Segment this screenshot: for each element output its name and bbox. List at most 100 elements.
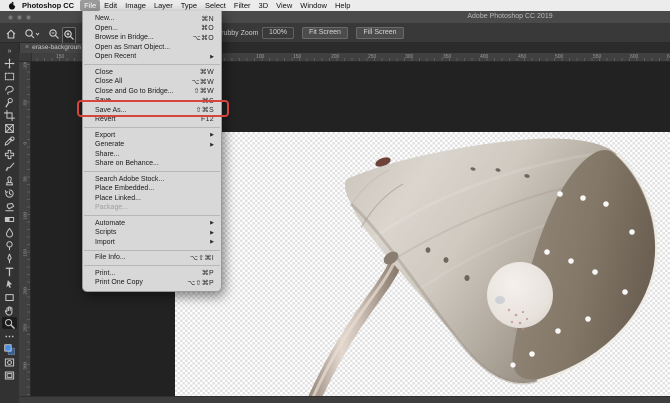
menu-item-share[interactable]: Share... (83, 150, 221, 160)
apple-logo-icon[interactable] (8, 1, 16, 10)
fill-screen-button[interactable]: Fill Screen (356, 27, 404, 39)
menu-item-generate[interactable]: Generate ▶ (83, 140, 221, 150)
eraser-tool[interactable] (2, 200, 17, 212)
path-selection-tool[interactable] (2, 278, 17, 290)
menu-item-label: Place Embedded... (95, 185, 155, 193)
zoom-button[interactable] (26, 14, 31, 20)
menu-item-label: New... (95, 15, 115, 23)
menu-item-place-linked[interactable]: Place Linked... (83, 194, 221, 204)
document-image-area[interactable] (175, 132, 670, 396)
submenu-arrow-icon: ▶ (210, 132, 214, 139)
lasso-tool[interactable] (2, 83, 17, 95)
screen-mode-button[interactable] (2, 369, 17, 381)
type-tool[interactable] (2, 265, 17, 277)
menu-item-export[interactable]: Export ▶ (83, 131, 221, 141)
brush-tool[interactable] (2, 161, 17, 173)
eyedropper-tool[interactable] (2, 135, 17, 147)
menu-item-label: Share on Behance... (95, 160, 159, 168)
ruler-label: 450 (518, 53, 527, 60)
menubar-app-name[interactable]: Photoshop CC (22, 1, 74, 10)
menubar-item-file[interactable]: File (80, 0, 101, 11)
submenu-arrow-icon: ▶ (210, 220, 214, 227)
dodge-tool[interactable] (2, 239, 17, 251)
marquee-tool[interactable] (2, 70, 17, 82)
quick-mask-button[interactable] (2, 356, 17, 368)
macos-menubar: Photoshop CC File Edit Image Layer Type Selec… (0, 0, 670, 11)
menu-item-close-and-go-to-bridge[interactable]: Close and Go to Bridge... ⇧⌘W (83, 87, 221, 97)
menu-item-open-as-smart-object[interactable]: Open as Smart Object... (83, 43, 221, 53)
close-button[interactable] (8, 14, 13, 20)
menu-item-label: Close and Go to Bridge... (95, 87, 174, 95)
edit-toolbar-ellipsis[interactable] (2, 330, 17, 342)
status-bar (19, 396, 670, 403)
menubar-item-window[interactable]: Window (296, 0, 331, 11)
blur-tool[interactable] (2, 226, 17, 238)
menubar-item-help[interactable]: Help (331, 0, 354, 11)
menu-item-import[interactable]: Import ▶ (83, 238, 221, 248)
ruler-label: 250 (22, 323, 28, 332)
submenu-arrow-icon: ▶ (210, 141, 214, 148)
hand-tool[interactable] (2, 304, 17, 316)
menubar-item-select[interactable]: Select (201, 0, 230, 11)
foreground-background-swatches[interactable] (2, 343, 17, 355)
menu-item-label: Close All (95, 78, 123, 86)
menubar-item-filter[interactable]: Filter (230, 0, 255, 11)
ruler-label: 100 (256, 53, 265, 60)
menu-item-label: Print One Copy (95, 279, 143, 287)
menubar-item-type[interactable]: Type (177, 0, 201, 11)
menubar-item-edit[interactable]: Edit (100, 0, 121, 11)
menu-item-open-recent[interactable]: Open Recent ▶ (83, 52, 221, 62)
menu-item-label: Import (95, 238, 115, 246)
menu-item-file-info[interactable]: File Info... ⌥⇧⌘I (83, 253, 221, 263)
menu-item-print-one-copy[interactable]: Print One Copy ⌥⇧⌘P (83, 278, 221, 288)
menu-item-label: Open Recent (95, 53, 137, 61)
minimize-button[interactable] (17, 14, 22, 20)
gradient-tool[interactable] (2, 213, 17, 225)
shape-tool[interactable] (2, 291, 17, 303)
menu-item-close-all[interactable]: Close All ⌥⌘W (83, 77, 221, 87)
lamp-photo (308, 138, 658, 396)
vertical-ruler: -100 -50 0 50 100 150 200 250 300 (19, 62, 31, 396)
history-brush-tool[interactable] (2, 187, 17, 199)
zoom-percent-input[interactable]: 100% (262, 27, 294, 39)
menu-item-shortcut: ⌥⌘W (191, 78, 214, 86)
menu-separator (84, 171, 220, 172)
menu-item-new[interactable]: New... ⌘N (83, 14, 221, 24)
crop-tool[interactable] (2, 109, 17, 121)
menu-item-print[interactable]: Print... ⌘P (83, 269, 221, 279)
ruler-label: 250 (368, 53, 377, 60)
ruler-label: 300 (22, 361, 28, 370)
menu-separator (84, 127, 220, 128)
menu-item-search-adobe-stock[interactable]: Search Adobe Stock... (83, 175, 221, 185)
menu-item-place-embedded[interactable]: Place Embedded... (83, 184, 221, 194)
pen-tool[interactable] (2, 252, 17, 264)
save-as-highlight-annotation (77, 100, 229, 117)
collapse-panel-chevron[interactable]: » (2, 44, 17, 56)
ruler-label: -50 (22, 99, 28, 107)
ruler-label: 400 (480, 53, 489, 60)
quick-selection-tool[interactable] (2, 96, 17, 108)
menu-item-browse-in-bridge[interactable]: Browse in Bridge... ⌥⌘O (83, 33, 221, 43)
tab-close-icon[interactable]: × (25, 44, 29, 51)
zoom-tool[interactable] (2, 317, 17, 329)
menu-item-share-on-behance[interactable]: Share on Behance... (83, 159, 221, 169)
frame-tool[interactable] (2, 122, 17, 134)
ruler-label: 0 (22, 141, 28, 145)
clone-stamp-tool[interactable] (2, 174, 17, 186)
healing-brush-tool[interactable] (2, 148, 17, 160)
menubar-item-image[interactable]: Image (121, 0, 150, 11)
menubar-item-view[interactable]: View (272, 0, 296, 11)
menu-item-open[interactable]: Open... ⌘O (83, 24, 221, 34)
menu-item-label: Package... (95, 204, 129, 212)
menu-item-shortcut: F12 (201, 116, 214, 124)
submenu-arrow-icon: ▶ (210, 53, 214, 60)
menubar-item-3d[interactable]: 3D (255, 0, 273, 11)
menubar-item-layer[interactable]: Layer (150, 0, 177, 11)
menu-item-close[interactable]: Close ⌘W (83, 68, 221, 78)
menu-item-automate[interactable]: Automate ▶ (83, 219, 221, 229)
menu-item-scripts[interactable]: Scripts ▶ (83, 228, 221, 238)
move-tool[interactable] (2, 57, 17, 69)
fit-screen-button[interactable]: Fit Screen (302, 27, 348, 39)
menu-item-shortcut: ⌥⇧⌘P (187, 279, 214, 287)
menu-item-label: Share... (95, 150, 120, 158)
